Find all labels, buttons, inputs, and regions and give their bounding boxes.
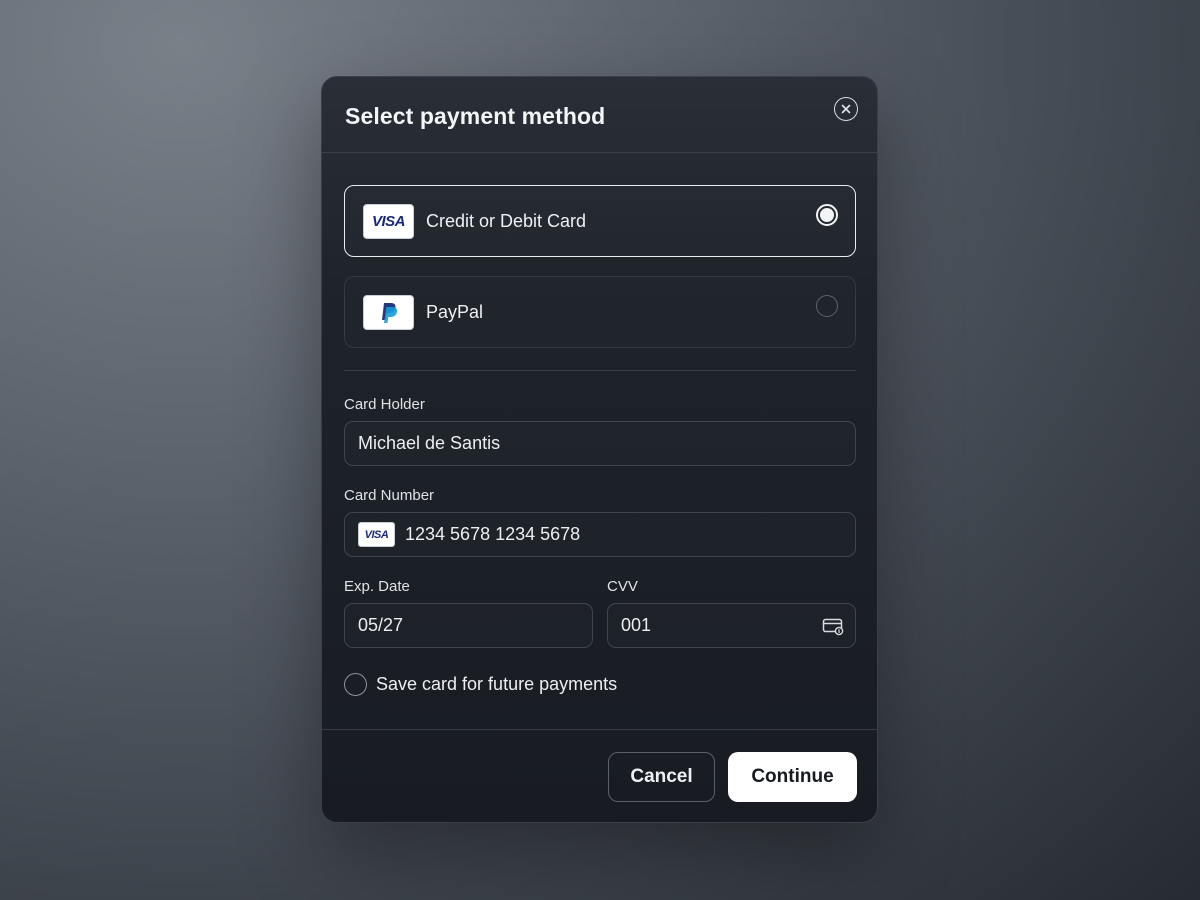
card-holder-value: Michael de Santis xyxy=(358,433,501,453)
card-number-label: Card Number xyxy=(344,487,435,504)
paypal-logo xyxy=(363,295,414,330)
card-holder-input[interactable]: Michael de Santis xyxy=(344,421,856,466)
payment-option-card-label: Credit or Debit Card xyxy=(426,211,587,231)
payment-option-card[interactable]: VISA Credit or Debit Card xyxy=(344,185,856,257)
close-icon xyxy=(841,104,851,114)
card-number-input[interactable]: VISA 1234 5678 1234 5678 xyxy=(344,512,856,557)
cvv-value: 001 xyxy=(621,615,652,635)
payment-option-paypal[interactable]: PayPal xyxy=(344,276,856,348)
exp-date-label: Exp. Date xyxy=(344,578,410,595)
footer-divider xyxy=(322,729,877,730)
exp-date-input[interactable]: 05/27 xyxy=(344,603,593,648)
cancel-button[interactable]: Cancel xyxy=(608,752,715,802)
close-button[interactable] xyxy=(834,97,858,121)
payment-option-paypal-label: PayPal xyxy=(426,302,484,322)
radio-paypal[interactable] xyxy=(816,295,838,317)
continue-button[interactable]: Continue xyxy=(728,752,857,802)
card-holder-label: Card Holder xyxy=(344,396,425,413)
save-card-label[interactable]: Save card for future payments xyxy=(376,674,617,695)
exp-date-value: 05/27 xyxy=(358,615,404,635)
radio-card[interactable] xyxy=(816,204,838,226)
payment-method-dialog: Select payment method VISA Credit or Deb… xyxy=(321,76,878,823)
cvv-input[interactable]: 001 xyxy=(607,603,856,648)
paypal-icon xyxy=(381,302,397,323)
dialog-title: Select payment method xyxy=(345,103,606,129)
cvv-label: CVV xyxy=(607,578,638,595)
card-lock-icon xyxy=(822,618,844,636)
section-divider xyxy=(344,370,856,371)
visa-logo: VISA xyxy=(363,204,414,239)
card-number-value: 1234 5678 1234 5678 xyxy=(405,524,581,544)
visa-small-icon: VISA xyxy=(358,522,395,547)
dialog-header: Select payment method xyxy=(322,77,877,153)
save-card-checkbox[interactable] xyxy=(344,673,367,696)
